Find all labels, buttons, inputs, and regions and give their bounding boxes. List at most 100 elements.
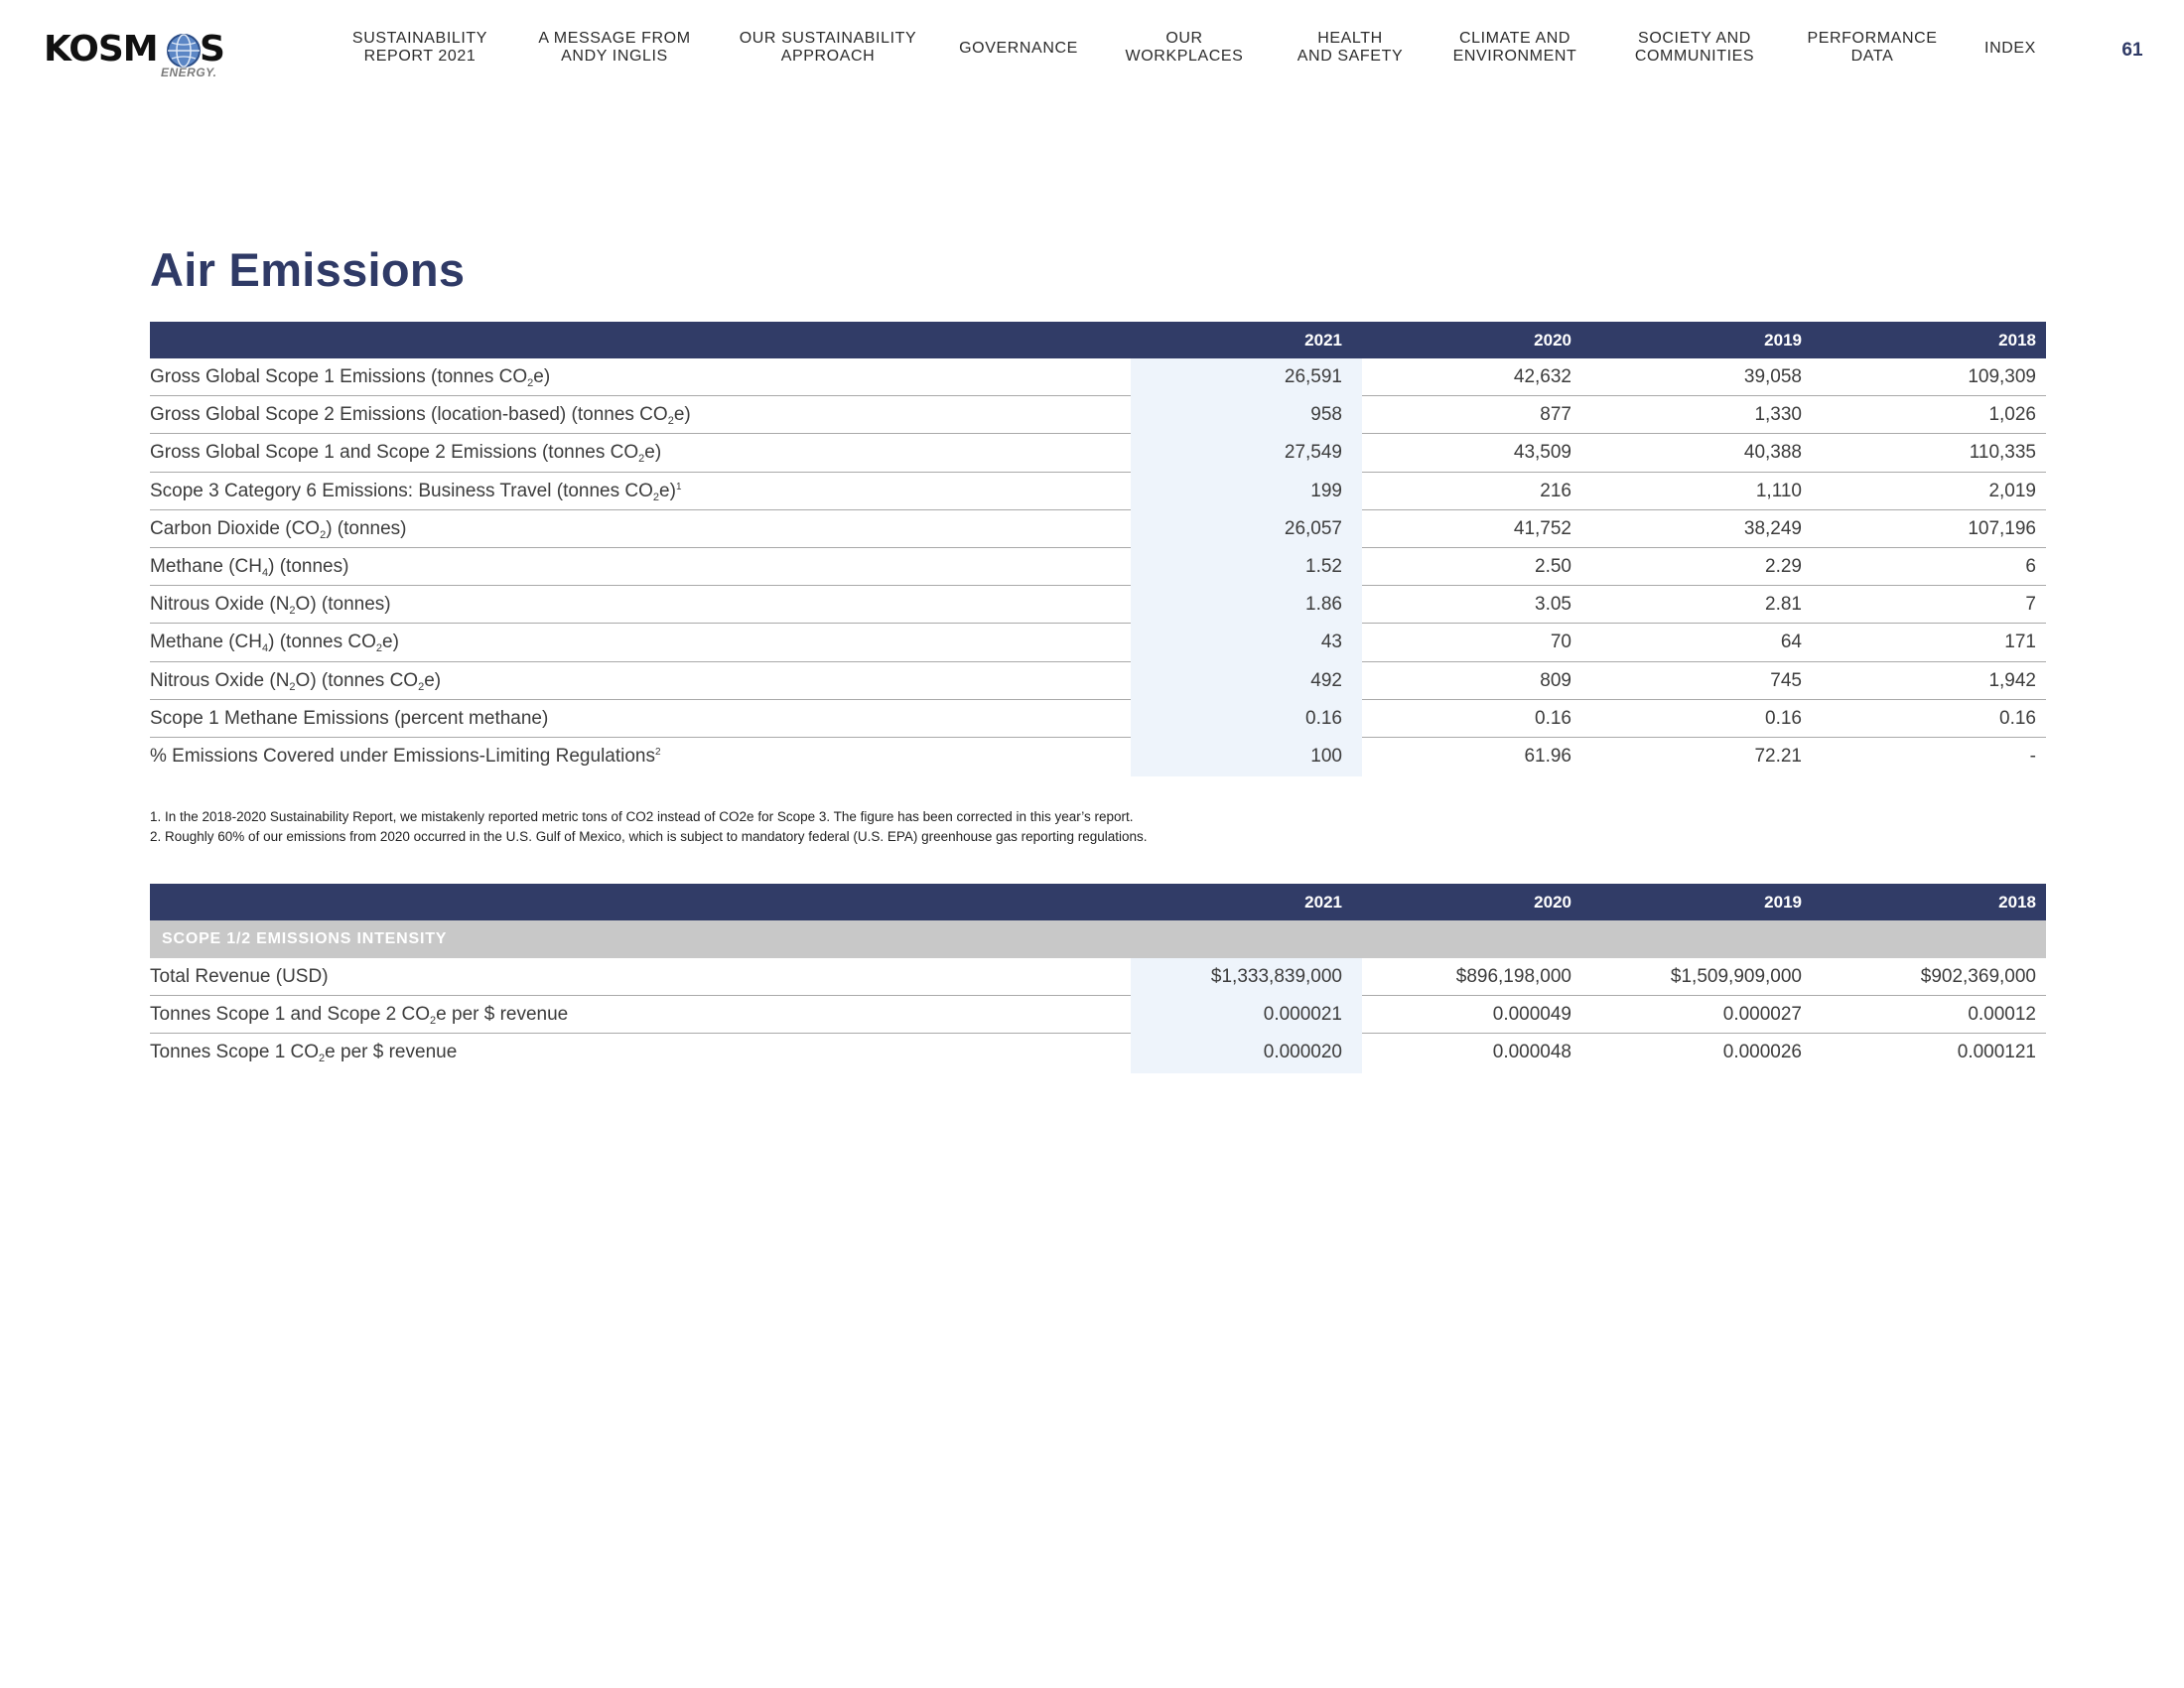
- label-text: e per $ revenue: [325, 1042, 458, 1063]
- cell-2018: 109,309: [1968, 366, 2036, 387]
- nav-our-workplaces[interactable]: OUR WORKPLACES: [1126, 30, 1244, 66]
- label-text: Methane (CH: [150, 555, 262, 577]
- row-label: Carbon Dioxide (CO2) (tonnes): [150, 510, 407, 548]
- cell-2021: 26,057: [1284, 517, 1342, 539]
- row-label: Gross Global Scope 2 Emissions (location…: [150, 396, 691, 434]
- nav-label: SUSTAINABILITY: [351, 30, 488, 47]
- cell-2019: 39,058: [1743, 366, 1802, 387]
- nav-label: HEALTH: [1317, 30, 1383, 47]
- cell-2019: 72.21: [1754, 745, 1802, 767]
- table-row: Methane (CH4) (tonnes CO2e) 43 70 64 171: [150, 624, 2046, 662]
- cell-2021: 1.52: [1305, 555, 1342, 577]
- cell-2019: 0.16: [1765, 707, 1802, 729]
- nav-label: SOCIETY AND: [1638, 30, 1751, 47]
- label-text: ) (tonnes CO: [268, 632, 376, 653]
- cell-2018: 1,942: [1988, 669, 2036, 691]
- label-text: Tonnes Scope 1 CO: [150, 1042, 320, 1063]
- label-text: Carbon Dioxide (CO: [150, 517, 321, 539]
- cell-2021: 100: [1310, 745, 1342, 767]
- row-label: Tonnes Scope 1 CO2e per $ revenue: [150, 1034, 457, 1071]
- nav-label: REPORT 2021: [363, 48, 477, 65]
- cell-2020: 2.50: [1535, 555, 1571, 577]
- label-text: Nitrous Oxide (N: [150, 594, 290, 616]
- cell-2020: $896,198,000: [1455, 966, 1571, 987]
- nav-label: OUR: [1165, 30, 1203, 47]
- column-header-2021: 2021: [1304, 331, 1342, 350]
- row-label: Nitrous Oxide (N2O) (tonnes): [150, 586, 391, 624]
- section-label: SCOPE 1/2 EMISSIONS INTENSITY: [162, 930, 448, 947]
- row-label: Gross Global Scope 1 Emissions (tonnes C…: [150, 358, 550, 396]
- table-body: Gross Global Scope 1 Emissions (tonnes C…: [150, 358, 2046, 777]
- nav-label: PERFORMANCE: [1807, 30, 1938, 47]
- section-header: SCOPE 1/2 EMISSIONS INTENSITY: [150, 920, 2046, 958]
- label-text: e): [382, 632, 399, 653]
- label-text: O) (tonnes): [295, 594, 391, 616]
- row-label: Total Revenue (USD): [150, 958, 329, 996]
- nav-label: WORKPLACES: [1125, 48, 1244, 65]
- table-row: Tonnes Scope 1 CO2e per $ revenue 0.00002…: [150, 1034, 2046, 1073]
- cell-2019: 38,249: [1743, 517, 1802, 539]
- nav-sustainability-approach[interactable]: OUR SUSTAINABILITY APPROACH: [740, 30, 917, 66]
- footnote-marker: 1: [675, 481, 682, 492]
- cell-2018: 0.16: [1999, 707, 2036, 729]
- nav-governance[interactable]: GOVERNANCE: [959, 40, 1078, 58]
- label-text: Total Revenue (USD): [150, 966, 329, 987]
- nav-label: GOVERNANCE: [959, 40, 1078, 57]
- footnotes: 1. In the 2018-2020 Sustainability Repor…: [150, 807, 1148, 847]
- nav-index[interactable]: INDEX: [1984, 40, 2036, 58]
- nav-climate-environment[interactable]: CLIMATE AND ENVIRONMENT: [1453, 30, 1577, 66]
- cell-2019: 0.000026: [1722, 1042, 1802, 1063]
- table-row: Scope 3 Category 6 Emissions: Business T…: [150, 472, 2046, 510]
- cell-2021: 0.16: [1305, 707, 1342, 729]
- cell-2021: 26,591: [1284, 366, 1342, 387]
- label-text: Gross Global Scope 1 and Scope 2 Emissio…: [150, 442, 639, 464]
- logo-wordmark-end: S: [200, 29, 225, 70]
- nav-label: APPROACH: [780, 48, 876, 65]
- kosmos-logo[interactable]: KOSM S ENERGY.: [44, 29, 225, 80]
- cell-2021: 43: [1320, 632, 1342, 653]
- row-label: % Emissions Covered under Emissions-Limi…: [150, 738, 661, 775]
- cell-2019: 1,110: [1755, 480, 1802, 501]
- cell-2018: 0.000121: [1957, 1042, 2036, 1063]
- nav-message-andy-inglis[interactable]: A MESSAGE FROM ANDY INGLIS: [538, 30, 690, 66]
- cell-2018: 107,196: [1968, 517, 2036, 539]
- column-header-2019: 2019: [1764, 331, 1802, 350]
- label-text: O) (tonnes CO: [295, 669, 419, 691]
- cell-2020: 0.000049: [1492, 1004, 1571, 1026]
- nav-performance-data[interactable]: PERFORMANCE DATA: [1807, 30, 1937, 66]
- table-row: Gross Global Scope 1 Emissions (tonnes C…: [150, 358, 2046, 397]
- cell-2018: 1,026: [1988, 404, 2036, 426]
- table-row: Tonnes Scope 1 and Scope 2 CO2e per $ re…: [150, 996, 2046, 1035]
- cell-2018: 7: [2025, 594, 2036, 616]
- table-row: Scope 1 Methane Emissions (percent metha…: [150, 699, 2046, 738]
- footnote-2: 2. Roughly 60% of our emissions from 202…: [150, 829, 1148, 844]
- table-row: Nitrous Oxide (N2O) (tonnes) 1.86 3.05 2.81…: [150, 586, 2046, 625]
- logo-subtext: ENERGY.: [161, 66, 217, 79]
- label-text: e): [644, 442, 662, 464]
- nav-society-communities[interactable]: SOCIETY AND COMMUNITIES: [1635, 30, 1754, 66]
- cell-2021: 492: [1310, 669, 1342, 691]
- cell-2020: 41,752: [1513, 517, 1571, 539]
- nav-health-safety[interactable]: HEALTH AND SAFETY: [1297, 30, 1403, 66]
- cell-2019: 40,388: [1743, 442, 1802, 464]
- nav-label: AND SAFETY: [1297, 48, 1404, 65]
- column-header-2018: 2018: [1998, 893, 2036, 912]
- table-row: Gross Global Scope 2 Emissions (location…: [150, 396, 2046, 435]
- logo-wordmark: KOSM: [44, 29, 159, 70]
- cell-2021: 199: [1310, 480, 1342, 501]
- table-row: Carbon Dioxide (CO2) (tonnes) 26,057 41,75…: [150, 509, 2046, 548]
- nav-label: INDEX: [1984, 40, 2036, 57]
- cell-2021: 0.000021: [1263, 1004, 1342, 1026]
- cell-2018: 2,019: [1988, 480, 2036, 501]
- row-label: Scope 1 Methane Emissions (percent metha…: [150, 700, 548, 738]
- footnote-marker: 2: [655, 746, 661, 758]
- table-header: 2021 2020 2019 2018: [150, 322, 2046, 358]
- row-label: Methane (CH4) (tonnes): [150, 548, 348, 586]
- label-text: Scope 1 Methane Emissions (percent metha…: [150, 707, 549, 729]
- page-number: 61: [2121, 40, 2143, 61]
- cell-2021: 958: [1310, 404, 1342, 426]
- label-text: Gross Global Scope 1 Emissions (tonnes C…: [150, 366, 528, 387]
- nav-sustainability-report[interactable]: SUSTAINABILITY REPORT 2021: [352, 30, 487, 66]
- cell-2018: 171: [2004, 632, 2036, 653]
- cell-2020: 42,632: [1513, 366, 1571, 387]
